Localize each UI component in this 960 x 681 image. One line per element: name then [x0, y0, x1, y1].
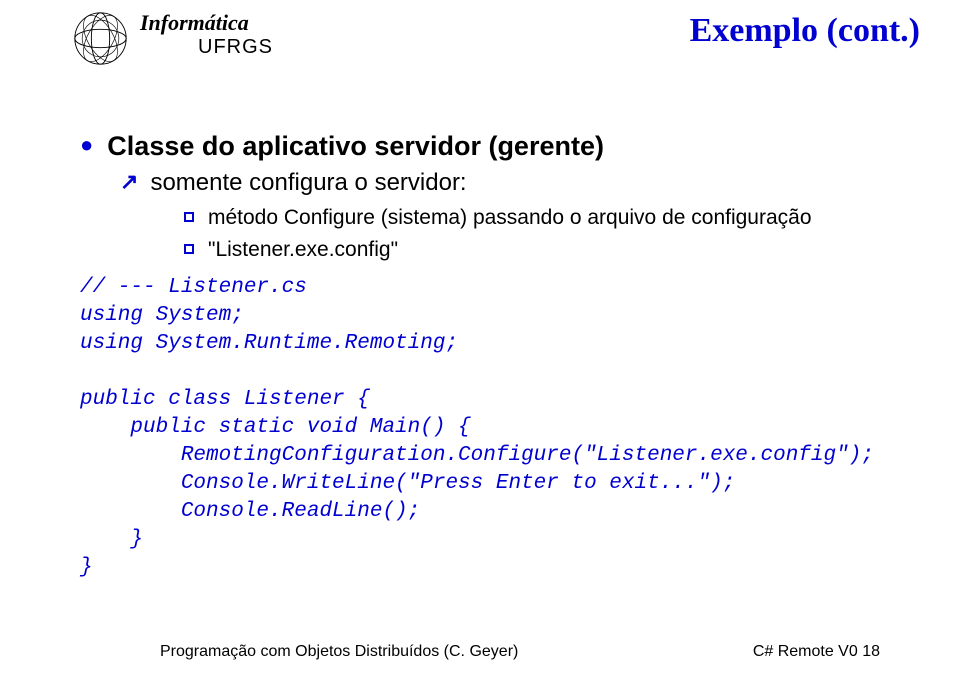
- brand-top: Informática: [140, 10, 273, 36]
- ufrgs-logo: [70, 8, 130, 68]
- slide-header: Informática UFRGS Exemplo (cont.): [0, 0, 960, 100]
- code-block: // --- Listener.cs using System; using S…: [80, 274, 900, 582]
- slide-footer: Programação com Objetos Distribuídos (C.…: [0, 643, 960, 661]
- bullet-level-1: ● Classe do aplicativo servidor (gerente…: [80, 130, 900, 162]
- slide-body: ● Classe do aplicativo servidor (gerente…: [80, 130, 900, 582]
- brand-sub: UFRGS: [198, 36, 273, 59]
- bullet-level-2: ↗ somente configura o servidor:: [120, 168, 900, 198]
- square-icon: [184, 212, 194, 222]
- footer-right: C# Remote V0 18: [753, 643, 880, 661]
- bullet-l3a-text: método Configure (sistema) passando o ar…: [208, 204, 812, 232]
- bullet-level-3: "Listener.exe.config": [184, 236, 900, 264]
- bullet-dot-icon: ●: [80, 130, 93, 160]
- arrow-icon: ↗: [120, 168, 138, 196]
- branding-block: Informática UFRGS: [140, 10, 273, 59]
- slide-title: Exemplo (cont.): [690, 12, 920, 50]
- bullet-l1-text: Classe do aplicativo servidor (gerente): [107, 130, 604, 162]
- bullet-l2-text: somente configura o servidor:: [150, 168, 466, 198]
- footer-left: Programação com Objetos Distribuídos (C.…: [160, 643, 753, 661]
- bullet-l3b-text: "Listener.exe.config": [208, 236, 398, 264]
- bullet-level-3: método Configure (sistema) passando o ar…: [184, 204, 900, 232]
- square-icon: [184, 244, 194, 254]
